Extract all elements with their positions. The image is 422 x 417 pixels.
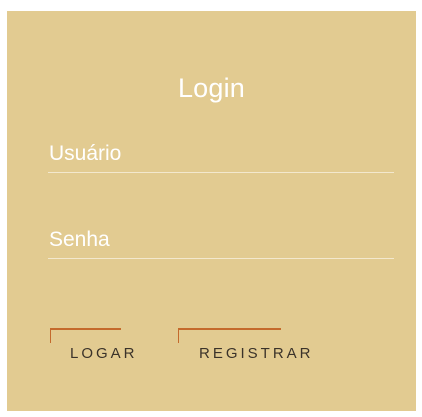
login-title: Login (177, 73, 246, 104)
login-button[interactable]: LOGAR (50, 328, 160, 368)
register-button[interactable]: REGISTRAR (178, 328, 343, 368)
register-button-label: REGISTRAR (199, 345, 314, 362)
login-button-accent-top (50, 328, 121, 330)
username-input[interactable] (48, 139, 394, 173)
register-button-accent-left (178, 328, 179, 343)
login-button-label: LOGAR (70, 345, 138, 362)
password-input[interactable] (48, 225, 394, 259)
register-button-accent-top (178, 328, 281, 330)
username-field-wrapper (48, 139, 394, 173)
login-button-accent-left (50, 328, 51, 343)
login-card: Login LOGAR REGISTRAR (7, 11, 416, 411)
password-field-wrapper (48, 225, 394, 259)
